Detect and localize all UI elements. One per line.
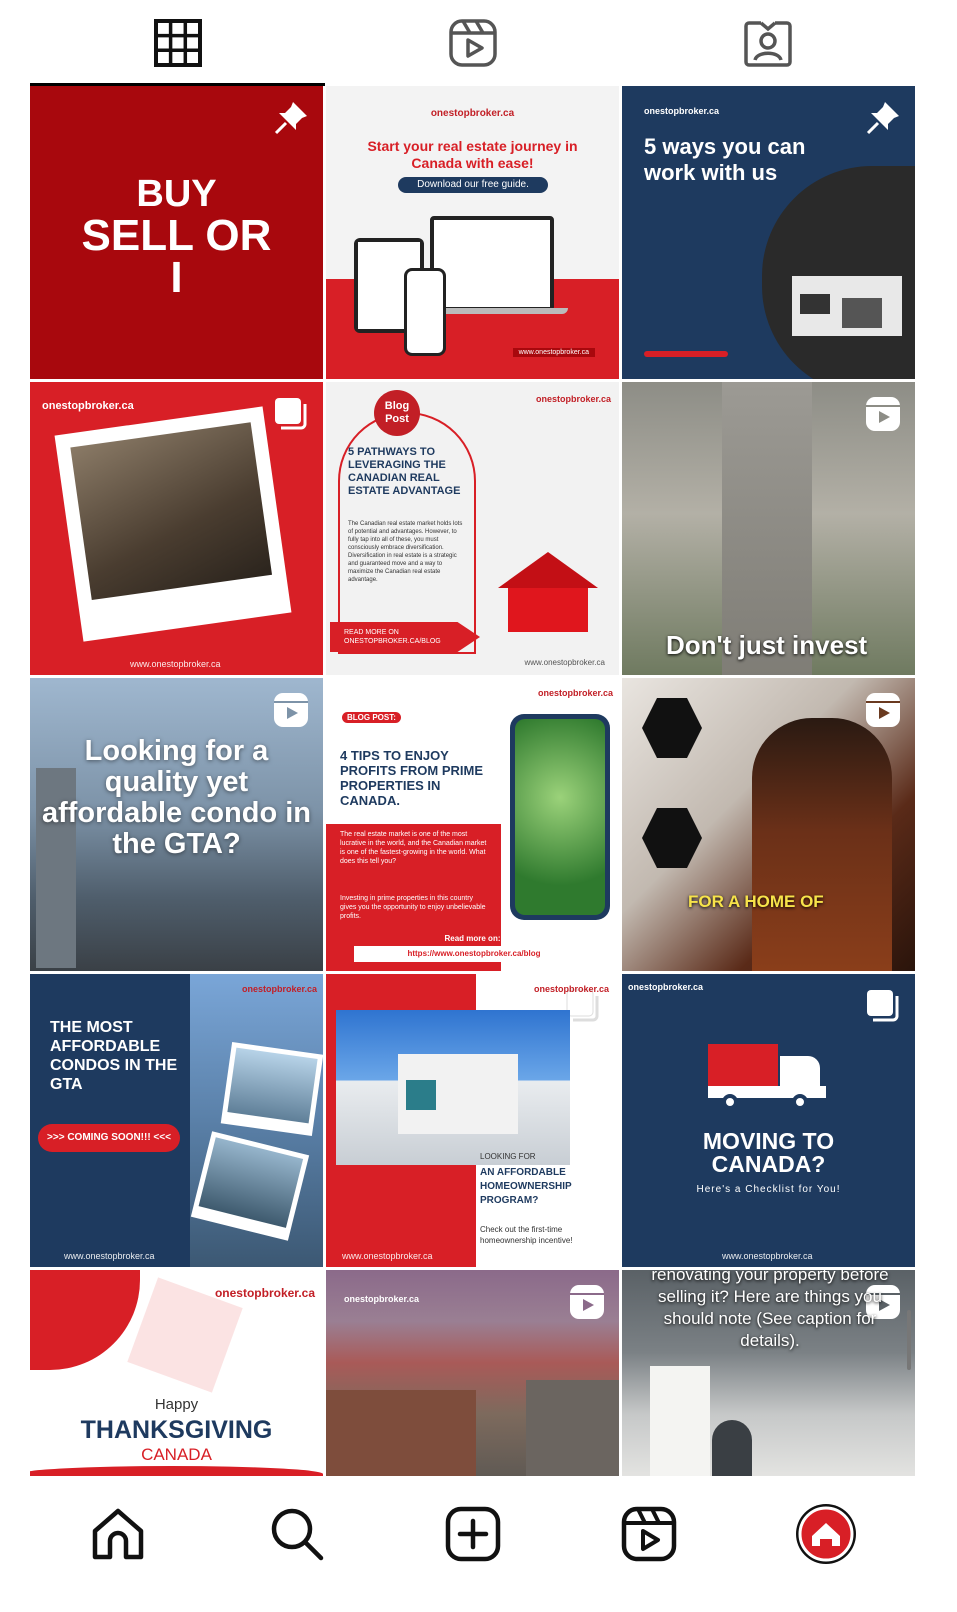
blog-link[interactable]: https://www.onestopbroker.ca/blog <box>354 946 594 962</box>
brand-logo-text: onestopbroker.ca <box>644 106 720 116</box>
post-url: www.onestopbroker.ca <box>64 1251 155 1261</box>
post-caption: FOR A HOME OF <box>688 892 824 911</box>
post-tile[interactable]: FOR A HOME OF <box>622 678 915 971</box>
brand-logo-text: onestopbroker.ca <box>628 982 704 992</box>
post-tile[interactable]: onestopbroker.ca BLOG POST: 4 TIPS TO EN… <box>326 678 619 971</box>
pinned-icon <box>863 98 903 138</box>
nav-reels[interactable] <box>617 1502 681 1566</box>
post-headline: 4 TIPS TO ENJOY PROFITS FROM PRIME PROPE… <box>340 748 483 808</box>
post-url: www.onestopbroker.ca <box>130 659 221 669</box>
brand-logo-text: onestopbroker.ca <box>42 400 134 412</box>
brand-logo-text: onestopbroker.ca <box>344 1294 420 1304</box>
post-tile[interactable]: onestopbroker.ca Start your real estate … <box>326 86 619 379</box>
post-headline: MOVING TO CANADA? <box>702 1128 835 1177</box>
post-body: Check out the first-time homeownership i… <box>480 1225 573 1245</box>
brand-logo-text: onestopbroker.ca <box>430 108 515 119</box>
post-headline: AN AFFORDABLE HOMEOWNERSHIP PROGRAM? <box>480 1167 572 1206</box>
post-tile[interactable]: Don't just invest <box>622 382 915 675</box>
post-small-label: LOOKING FOR <box>480 1152 536 1161</box>
post-headline: THANKSGIVING <box>80 1416 273 1444</box>
reels-icon <box>863 690 903 730</box>
post-cta: Download our free guide. <box>398 177 548 193</box>
carousel-icon <box>863 986 903 1026</box>
post-cta: >>> COMING SOON!!! <<< <box>38 1124 180 1152</box>
post-text: BUY <box>136 173 217 215</box>
post-tile[interactable]: onestopbroker.ca LOOKING FOR AN AFFORDAB… <box>326 974 619 1267</box>
reels-icon <box>567 1282 607 1322</box>
house-model <box>792 276 902 336</box>
nav-home[interactable] <box>86 1502 150 1566</box>
blog-tag: Blog Post <box>374 390 420 436</box>
post-subheadline: Here's a Checklist for You! <box>696 1184 841 1195</box>
moving-truck-icon <box>708 1044 828 1114</box>
reels-icon <box>863 394 903 434</box>
brand-logo-text: onestopbroker.ca <box>214 1286 315 1300</box>
post-headline: THE MOST AFFORDABLE CONDOS IN THE GTA <box>50 1019 178 1093</box>
red-house-model <box>498 552 598 632</box>
post-subheadline: CANADA <box>141 1445 212 1464</box>
post-tile[interactable]: BUY SELL OR I <box>30 86 323 379</box>
post-text: I <box>170 253 183 302</box>
reels-icon <box>271 690 311 730</box>
post-tile[interactable]: onestopbroker.ca THE MOST AFFORDABLE CON… <box>30 974 323 1267</box>
polaroid-photo <box>54 406 292 642</box>
create-icon <box>445 1506 501 1562</box>
phone-keys-photo <box>510 714 610 920</box>
post-caption: renovating your property before selling … <box>651 1270 889 1350</box>
phone-mockup <box>404 268 446 356</box>
bottom-navigation <box>0 1476 957 1612</box>
grid-icon <box>153 19 202 67</box>
brand-logo-text: onestopbroker.ca <box>241 984 317 994</box>
read-more-label: Read more on: <box>444 934 501 943</box>
post-cta: READ MORE ON ONESTOPBROKER.CA/BLOG <box>330 622 480 652</box>
home-icon <box>92 1508 144 1560</box>
post-url: www.onestopbroker.ca <box>722 1251 813 1261</box>
brand-logo-text: onestopbroker.ca <box>533 984 609 994</box>
post-grid: BUY SELL OR I onestopbroker.ca Start you… <box>30 86 915 1476</box>
reels-icon <box>621 1506 677 1562</box>
laptop-mockup <box>430 216 554 311</box>
post-body: The Canadian real estate market holds lo… <box>348 521 463 583</box>
polaroid-photo <box>220 1041 323 1137</box>
post-headline: Start your real estate journey in Canada… <box>367 138 578 171</box>
reels-icon <box>448 19 497 67</box>
nav-create[interactable] <box>441 1502 505 1566</box>
post-url: www.onestopbroker.ca <box>524 658 606 667</box>
tagged-icon <box>743 21 792 67</box>
brand-logo-text: onestopbroker.ca <box>537 688 613 698</box>
post-body: The real estate market is one of the mos… <box>340 831 487 865</box>
post-headline: 5 PATHWAYS TO LEVERAGING THE CANADIAN RE… <box>348 446 461 497</box>
post-tile[interactable]: onestopbroker.ca www.onestopbroker.ca <box>30 382 323 675</box>
blog-tag: BLOG POST: <box>342 712 401 723</box>
post-tile[interactable]: Looking for a quality yet affordable con… <box>30 678 323 971</box>
post-caption: Looking for a quality yet affordable con… <box>41 735 312 860</box>
post-tile[interactable]: renovating your property before selling … <box>622 1270 915 1476</box>
post-url: www.onestopbroker.ca <box>512 348 595 357</box>
nav-search[interactable] <box>265 1502 329 1566</box>
post-headline: 5 ways you can work with us <box>644 134 806 185</box>
nav-profile[interactable] <box>794 1502 858 1566</box>
post-text: SELL OR <box>81 211 272 260</box>
house-photo <box>336 1010 570 1165</box>
tab-reels[interactable] <box>325 0 620 86</box>
search-icon <box>271 1508 324 1561</box>
tab-tagged[interactable] <box>620 0 915 86</box>
speaker-photo <box>752 718 892 971</box>
post-tile[interactable]: onestopbroker.ca <box>326 1270 619 1476</box>
post-small-label: Happy <box>154 1396 199 1413</box>
profile-tabs <box>30 0 915 86</box>
pinned-icon <box>271 98 311 138</box>
post-tile[interactable]: onestopbroker.ca Happy THANKSGIVING CANA… <box>30 1270 323 1476</box>
post-tile[interactable]: onestopbroker.ca MOVING TO CANADA? Here'… <box>622 974 915 1267</box>
post-tile[interactable]: onestopbroker.ca Blog Post 5 PATHWAYS TO… <box>326 382 619 675</box>
post-tile[interactable]: onestopbroker.ca 5 ways you can work wit… <box>622 86 915 379</box>
brand-logo-text: onestopbroker.ca <box>535 394 611 404</box>
profile-avatar <box>796 1504 856 1564</box>
carousel-icon <box>271 394 311 434</box>
tab-posts[interactable] <box>30 0 325 86</box>
post-url: www.onestopbroker.ca <box>342 1251 433 1261</box>
post-body: Investing in prime properties in this co… <box>340 895 486 920</box>
post-caption: Don't just invest <box>666 630 868 660</box>
